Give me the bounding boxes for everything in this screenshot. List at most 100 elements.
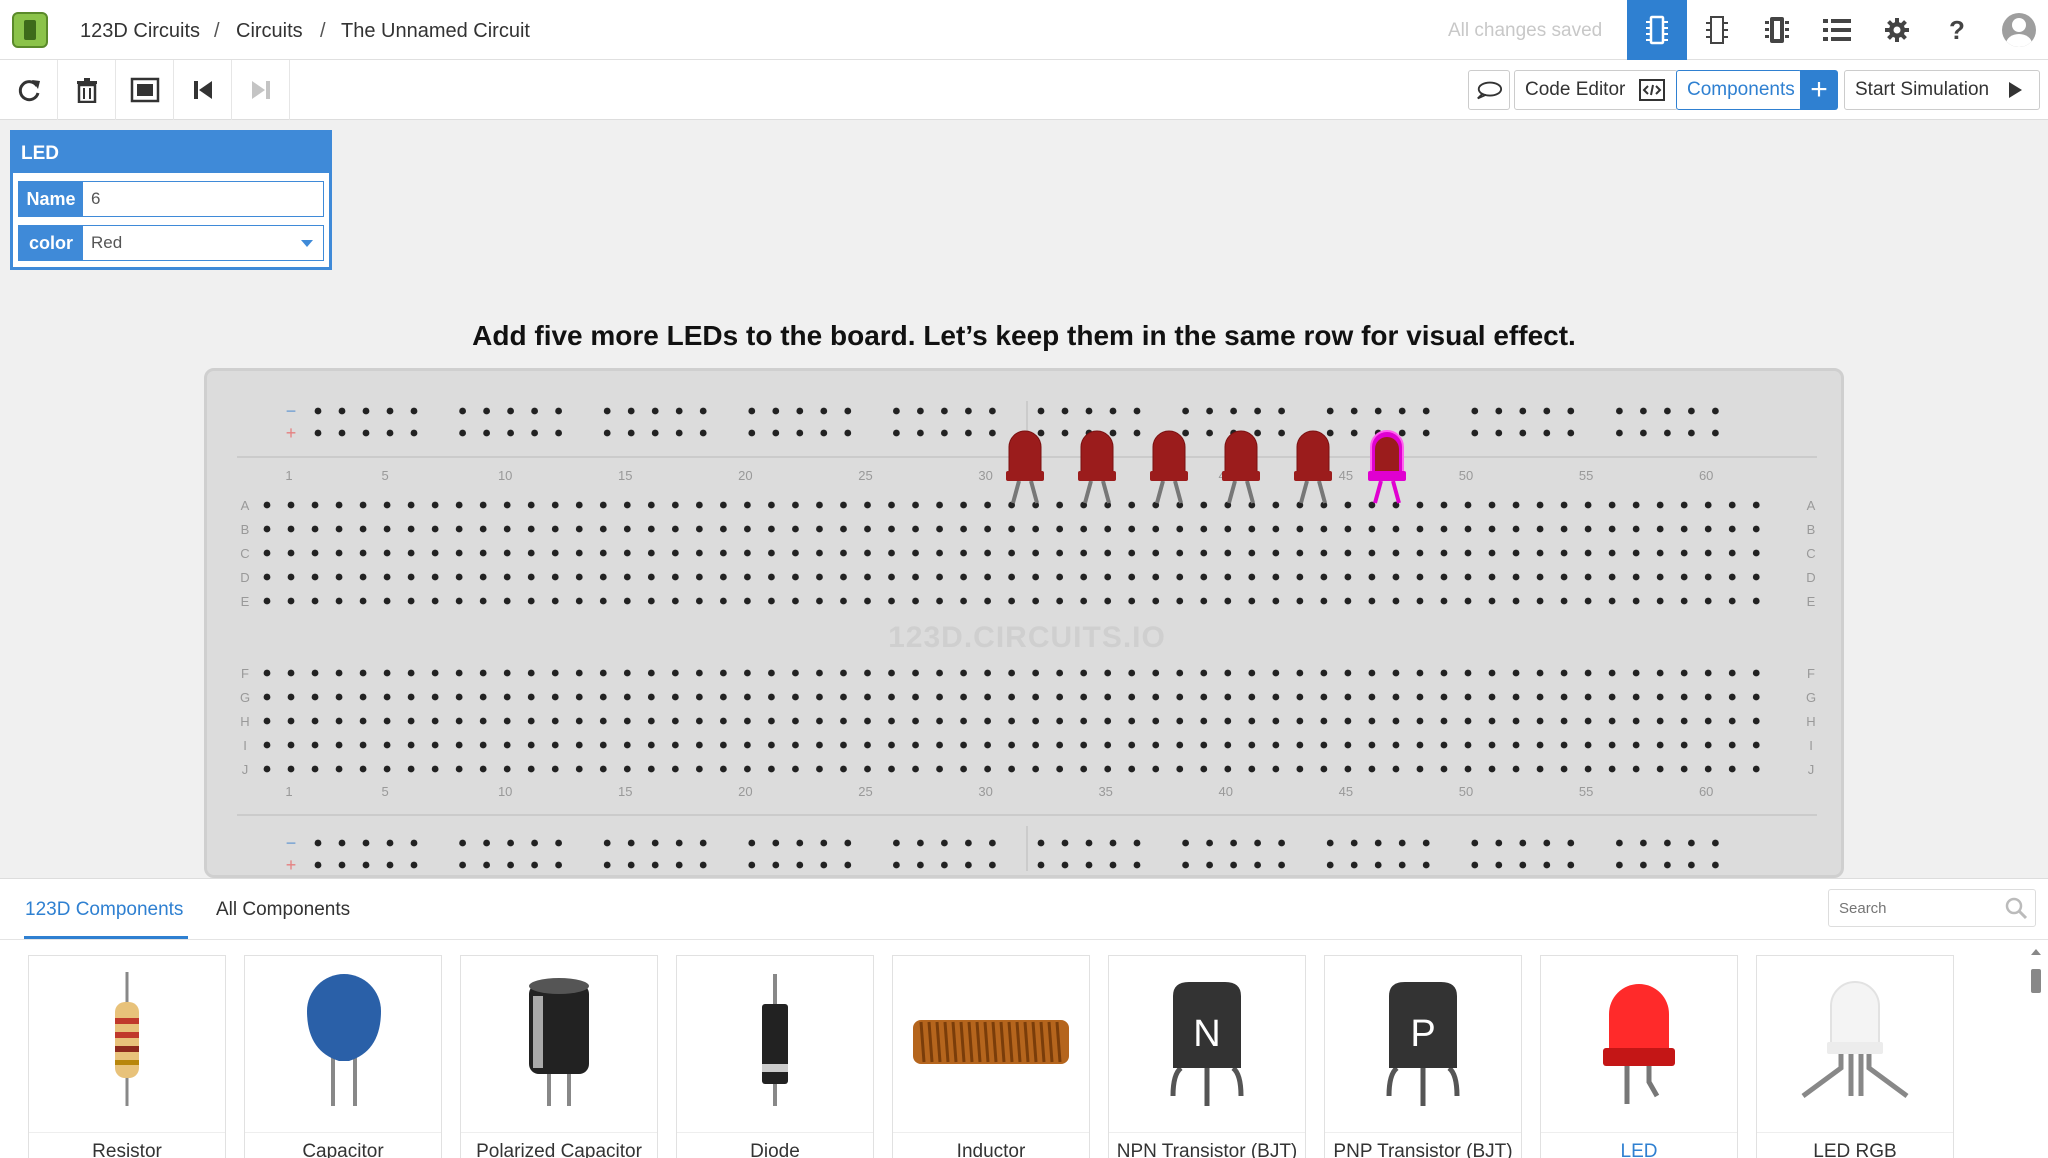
breadboard-hole[interactable]: [1680, 573, 1688, 581]
breadboard-hole[interactable]: [1008, 765, 1016, 773]
rail-hole[interactable]: [1254, 407, 1261, 415]
breadboard-hole[interactable]: [816, 549, 823, 557]
breadboard-hole[interactable]: [527, 597, 535, 605]
tab-123d-components[interactable]: 123D Components: [25, 899, 183, 921]
breadboard-hole[interactable]: [311, 597, 319, 605]
breadboard-hole[interactable]: [575, 741, 583, 749]
breadboard-hole[interactable]: [1272, 765, 1280, 773]
breadboard-hole[interactable]: [1416, 573, 1424, 581]
rail-hole[interactable]: [1567, 839, 1575, 847]
breadboard-hole[interactable]: [527, 693, 535, 701]
rail-hole[interactable]: [507, 407, 514, 415]
rail-hole[interactable]: [362, 429, 370, 437]
breadboard-hole[interactable]: [479, 741, 487, 749]
scroll-up-icon[interactable]: [2031, 949, 2041, 955]
breadboard-hole[interactable]: [864, 525, 871, 533]
rail-hole[interactable]: [1061, 429, 1069, 437]
breadboard-hole[interactable]: [311, 573, 319, 581]
rail-hole[interactable]: [531, 407, 538, 415]
breadboard-hole[interactable]: [1008, 669, 1016, 677]
rail-hole[interactable]: [1688, 407, 1695, 415]
breadboard-hole[interactable]: [407, 525, 415, 533]
rail-hole[interactable]: [748, 407, 756, 415]
breadboard-hole[interactable]: [1080, 741, 1088, 749]
breadboard-hole[interactable]: [335, 549, 343, 557]
rail-hole[interactable]: [1230, 839, 1237, 847]
breadboard-hole[interactable]: [1008, 693, 1016, 701]
rail-hole[interactable]: [844, 861, 852, 869]
breadboard-hole[interactable]: [1056, 717, 1064, 725]
breadboard-hole[interactable]: [1608, 597, 1616, 605]
breadboard-hole[interactable]: [1728, 501, 1736, 509]
breadboard-hole[interactable]: [479, 693, 487, 701]
breadboard-hole[interactable]: [1584, 525, 1592, 533]
breadboard-hole[interactable]: [1032, 717, 1040, 725]
breadboard-hole[interactable]: [503, 669, 511, 677]
breadboard-hole[interactable]: [1080, 765, 1088, 773]
breadboard-hole[interactable]: [455, 525, 463, 533]
component-card-led-rgb[interactable]: LED RGB: [1756, 955, 1954, 1158]
search-icon[interactable]: [2003, 895, 2029, 921]
breadboard-hole[interactable]: [1704, 525, 1712, 533]
breadboard-hole[interactable]: [1320, 573, 1328, 581]
breadboard-hole[interactable]: [1464, 693, 1472, 701]
rail-hole[interactable]: [1471, 429, 1479, 437]
rail-hole[interactable]: [748, 861, 756, 869]
breadboard-hole[interactable]: [1512, 573, 1520, 581]
breadboard-hole[interactable]: [503, 573, 511, 581]
breadboard-hole[interactable]: [1248, 525, 1256, 533]
rail-hole[interactable]: [1350, 839, 1358, 847]
rail-hole[interactable]: [410, 839, 418, 847]
breadboard-hole[interactable]: [768, 741, 775, 749]
breadboard-hole[interactable]: [1680, 693, 1688, 701]
breadboard-hole[interactable]: [1272, 669, 1280, 677]
breadboard-hole[interactable]: [1128, 741, 1136, 749]
breadboard-hole[interactable]: [912, 525, 919, 533]
breadboard-hole[interactable]: [984, 549, 991, 557]
breadboard-hole[interactable]: [1656, 597, 1664, 605]
breadboard-hole[interactable]: [1656, 549, 1664, 557]
breadboard-hole[interactable]: [960, 741, 967, 749]
breadboard-hole[interactable]: [647, 669, 655, 677]
rail-hole[interactable]: [820, 407, 828, 415]
breadboard-hole[interactable]: [816, 669, 823, 677]
breadboard-hole[interactable]: [1512, 741, 1520, 749]
breadboard-hole[interactable]: [479, 573, 487, 581]
rail-hole[interactable]: [1616, 407, 1623, 415]
breadboard-hole[interactable]: [1416, 501, 1424, 509]
breadboard-hole[interactable]: [1608, 501, 1616, 509]
breadboard-hole[interactable]: [1104, 717, 1112, 725]
breadboard-hole[interactable]: [864, 669, 871, 677]
breadboard-hole[interactable]: [455, 693, 463, 701]
breadboard-hole[interactable]: [1416, 525, 1424, 533]
breadboard-hole[interactable]: [383, 669, 391, 677]
breadboard-hole[interactable]: [984, 741, 991, 749]
breadboard-hole[interactable]: [1416, 765, 1424, 773]
breadboard-hole[interactable]: [1560, 573, 1568, 581]
breadboard-hole[interactable]: [599, 573, 607, 581]
breadboard-hole[interactable]: [1512, 717, 1520, 725]
breadboard-hole[interactable]: [1200, 597, 1208, 605]
breadboard-hole[interactable]: [1056, 765, 1064, 773]
breadboard-hole[interactable]: [744, 573, 751, 581]
breadboard-hole[interactable]: [1272, 549, 1280, 557]
breadboard-hole[interactable]: [888, 765, 895, 773]
breadboard-hole[interactable]: [1176, 549, 1184, 557]
rail-hole[interactable]: [338, 861, 346, 869]
breadboard-hole[interactable]: [695, 741, 703, 749]
breadboard-hole[interactable]: [527, 573, 535, 581]
breadboard-hole[interactable]: [1488, 765, 1496, 773]
breadboard-hole[interactable]: [864, 597, 871, 605]
breadboard-canvas[interactable]: −+−+151015202530354045505560151015202530…: [207, 371, 1844, 878]
breadboard-hole[interactable]: [1704, 501, 1712, 509]
rail-hole[interactable]: [459, 839, 466, 847]
breadboard-hole[interactable]: [1128, 549, 1136, 557]
breadboard-hole[interactable]: [287, 741, 295, 749]
breadboard-hole[interactable]: [1272, 501, 1280, 509]
annotation-button[interactable]: [1468, 70, 1510, 110]
breadboard-hole[interactable]: [1056, 669, 1064, 677]
breadboard-hole[interactable]: [984, 597, 991, 605]
breadboard-hole[interactable]: [671, 549, 679, 557]
breadboard-hole[interactable]: [1344, 765, 1352, 773]
breadboard-hole[interactable]: [768, 573, 775, 581]
